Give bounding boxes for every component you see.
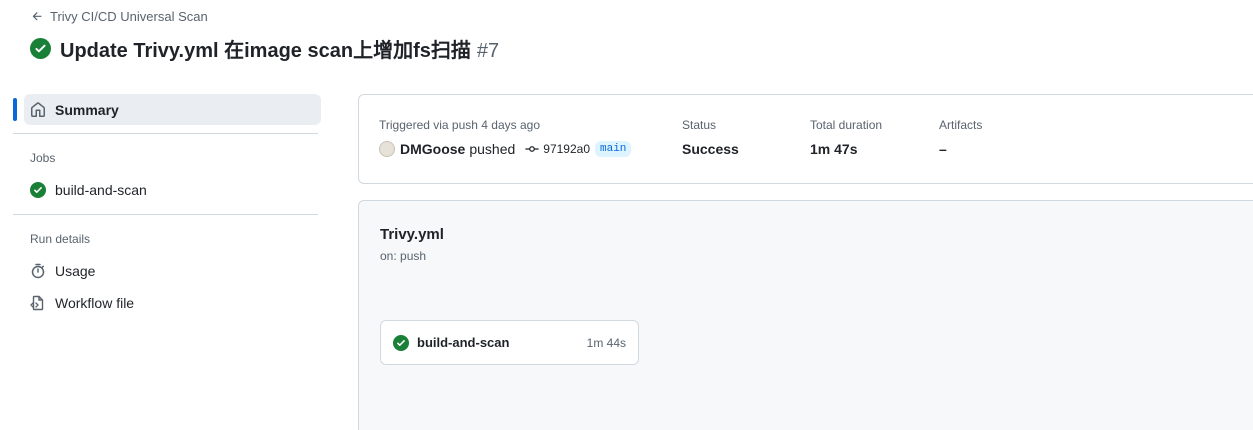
run-number: #7 — [476, 40, 500, 62]
workflow-trigger: on: push — [380, 249, 427, 263]
stopwatch-icon — [31, 263, 45, 279]
job-card-duration: 1m 44s — [586, 335, 626, 350]
sidebar-item-summary-label: Summary — [55, 101, 119, 118]
triggered-label: Triggered via push 4 days ago — [379, 118, 540, 132]
sidebar-item-workflow-file[interactable]: Workflow file — [13, 287, 318, 319]
check-circle-fill-icon — [393, 334, 409, 351]
commit-sha: 97192a0 — [543, 142, 590, 156]
sidebar-item-build-and-scan[interactable]: build-and-scan — [13, 174, 318, 206]
status-column: Status Success — [682, 118, 739, 157]
run-summary-card: Triggered via push 4 days ago DMGoose pu… — [358, 94, 1253, 184]
divider — [13, 133, 318, 134]
actor-link[interactable]: DMGoose — [400, 141, 465, 157]
action-text: pushed — [469, 141, 516, 157]
back-link[interactable]: Trivy CI/CD Universal Scan — [31, 9, 208, 24]
sidebar: Summary Jobs build-and-scan Run details … — [13, 94, 321, 319]
arrow-left-icon — [32, 12, 42, 21]
job-card-label: build-and-scan — [417, 335, 510, 350]
back-link-label: Trivy CI/CD Universal Scan — [50, 9, 208, 24]
commit-link[interactable]: 97192a0 — [525, 142, 590, 156]
run-details-section-title: Run details — [30, 232, 91, 246]
artifacts-column: Artifacts – — [939, 118, 982, 157]
file-code-icon — [30, 295, 44, 311]
sidebar-item-summary[interactable]: Summary — [13, 94, 321, 125]
trigger-column: Triggered via push 4 days ago DMGoose pu… — [379, 118, 632, 157]
home-icon — [31, 101, 45, 117]
workflow-name: Trivy.yml — [380, 226, 444, 243]
artifacts-value: – — [939, 141, 947, 157]
artifacts-label: Artifacts — [939, 118, 983, 132]
jobs-section-title: Jobs — [30, 151, 56, 165]
run-title-text: Update Trivy.yml 在image scan上增加fs扫描 — [60, 40, 471, 62]
branch-badge[interactable]: main — [595, 141, 632, 157]
sidebar-item-workflow-file-label: Workflow file — [55, 295, 135, 311]
avatar[interactable] — [379, 141, 395, 157]
status-value: Success — [682, 141, 739, 157]
trigger-details: DMGoose pushed 97192a0 main — [379, 141, 632, 157]
duration-column: Total duration 1m 47s — [810, 118, 882, 157]
divider — [13, 214, 318, 215]
duration-label: Total duration — [810, 118, 883, 132]
active-indicator — [13, 98, 17, 121]
duration-value: 1m 47s — [810, 141, 858, 157]
sidebar-item-usage-label: Usage — [55, 263, 96, 279]
git-commit-icon — [525, 146, 540, 152]
check-circle-fill-icon — [30, 38, 51, 59]
run-title-row: Update Trivy.yml 在image scan上增加fs扫描 #7 — [30, 34, 499, 63]
sidebar-job-label: build-and-scan — [55, 182, 147, 198]
status-label: Status — [682, 118, 717, 132]
check-circle-fill-icon — [30, 182, 46, 198]
page-title: Update Trivy.yml 在image scan上增加fs扫描 #7 — [60, 34, 499, 63]
job-card-build-and-scan[interactable]: build-and-scan 1m 44s — [380, 320, 639, 365]
sidebar-item-usage[interactable]: Usage — [13, 255, 318, 287]
workflow-graph: Trivy.yml on: push build-and-scan 1m 44s — [358, 200, 1253, 430]
